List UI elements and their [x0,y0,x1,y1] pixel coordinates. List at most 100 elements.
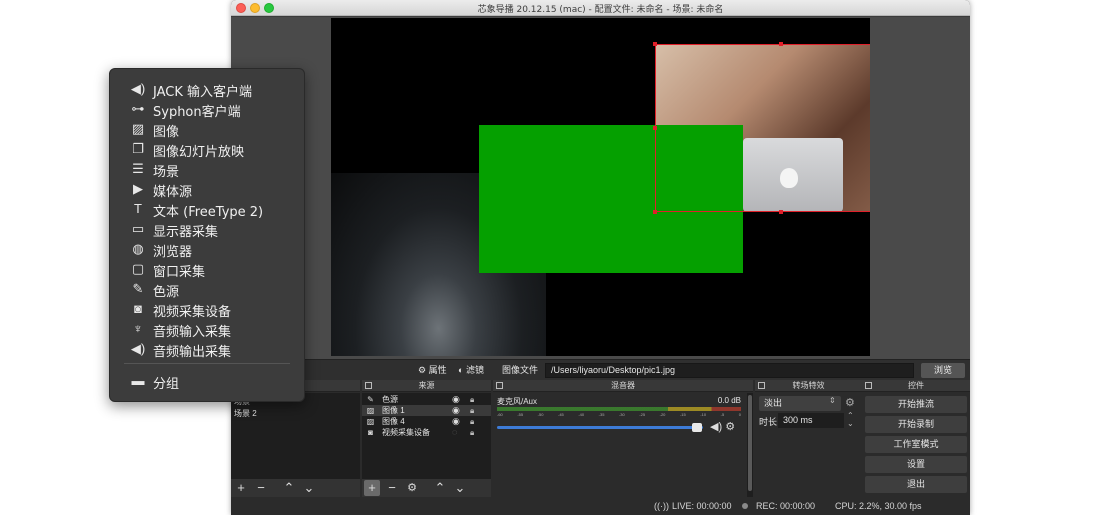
undock-icon[interactable] [865,382,872,389]
resize-handle[interactable] [779,42,783,46]
duration-field[interactable]: 300 ms [778,413,844,428]
visibility-eye-icon[interactable]: ◉ [452,394,460,405]
brush-icon: ✎ [367,395,374,404]
selection-box[interactable] [653,42,870,214]
preview-area [231,17,970,359]
resize-handle[interactable] [653,210,657,214]
image-icon: ▨ [131,121,145,136]
speaker-icon: ◀) [130,341,146,356]
gear-icon[interactable]: ⚙ [845,396,855,409]
source-row[interactable]: ✎ 色源 ◉ 🔒︎ [362,394,491,405]
source-row[interactable]: ▨ 图像 4 ◉ 🔒︎ [362,416,491,427]
menu-item[interactable]: ◍ 浏览器 [110,239,304,260]
docks: 场景 场景 场景 2 + − ⌃ ⌄ 来源 ✎ 色源 ◉ 🔒︎ [231,380,970,497]
volume-meter [497,407,741,411]
resize-handle[interactable] [653,42,657,46]
volume-slider[interactable] [497,426,703,429]
lock-icon[interactable]: 🔒︎ [470,394,474,405]
settings-button[interactable]: 设置 [865,456,967,473]
menu-item[interactable]: T 文本 (FreeType 2) [110,199,304,220]
duration-stepper[interactable]: ⌃ ⌄ [847,412,854,428]
menu-item[interactable]: ◀) 音频输出采集 [110,339,304,360]
menu-item-label: 音频输入采集 [153,325,232,340]
remove-source-button[interactable]: − [384,480,400,496]
camera-icon: ◙ [368,428,373,437]
speaker-icon[interactable]: ◀) [710,421,722,433]
visibility-eye-icon[interactable]: ◉ [452,416,460,427]
menu-item[interactable]: ◀) JACK 输入客户端 [110,79,304,100]
lock-icon[interactable]: 🔒︎ [470,427,474,438]
menu-item-label: 窗口采集 [153,265,206,280]
move-up-button[interactable]: ⌃ [432,480,448,496]
undock-icon[interactable] [365,382,372,389]
source-properties-gear-icon[interactable]: ⚙ [404,480,420,496]
lock-icon[interactable]: 🔒︎ [470,416,474,427]
studio-mode-button[interactable]: 工作室模式 [865,436,967,453]
source-row[interactable]: ◙ 视频采集设备 ◌ 🔒︎ [362,427,491,438]
meter-tick-label: -30 [618,412,625,417]
menu-item[interactable]: ⊶ Syphon客户端 [110,99,304,120]
hidden-eye-icon[interactable]: ◌ [452,427,457,438]
preview-canvas[interactable] [331,18,870,356]
meter-tick-label: -60 [497,412,503,417]
scrollbar-thumb[interactable] [748,395,752,491]
scene-item[interactable]: 场景 2 [234,408,257,419]
menu-item[interactable]: ☰ 场景 [110,159,304,180]
menu-item-label: 视频采集设备 [153,305,232,320]
lock-icon[interactable]: 🔒︎ [470,405,474,416]
play-icon: ▶ [133,181,143,196]
sources-header-label: 来源 [418,381,435,390]
start-recording-button[interactable]: 开始录制 [865,416,967,433]
undock-icon[interactable] [758,382,765,389]
exit-button[interactable]: 退出 [865,476,967,493]
sources-dock: 来源 ✎ 色源 ◉ 🔒︎ ▨ 图像 1 ◉ 🔒︎ ▨ 图像 4 ◉ 🔒︎ ◙ 视… [362,380,491,497]
filter-icon: ◐ [458,365,464,375]
image-icon: ▨ [366,417,375,426]
properties-label: 属性 [428,365,447,375]
properties-button[interactable]: ⚙ 属性 [418,363,447,378]
menu-item[interactable]: ▶ 媒体源 [110,179,304,200]
filters-button[interactable]: ◐ 滤镜 [458,363,484,378]
menu-item-label: 浏览器 [153,245,193,260]
menu-item-label: 图像 [153,125,180,140]
menu-item-group[interactable]: ▬ 分组 [110,371,304,392]
broadcast-icon: ((·)) [654,501,669,511]
mixer-scrollbar[interactable] [747,393,753,497]
source-name: 色源 [382,395,398,404]
source-row[interactable]: ▨ 图像 1 ◉ 🔒︎ [362,405,491,416]
meter-tick-label: 0 [738,412,741,417]
slideshow-icon: ❐ [132,141,144,156]
title-bar: 芯象导播 20.12.15 (mac) - 配置文件: 未命名 - 场景: 未命… [231,0,970,16]
menu-item[interactable]: ◙ 视频采集设备 [110,299,304,320]
remove-scene-button[interactable]: − [253,480,269,496]
menu-item[interactable]: ✎ 色源 [110,279,304,300]
menu-item[interactable]: ▭ 显示器采集 [110,219,304,240]
volume-slider-knob[interactable] [691,423,702,432]
menu-item[interactable]: ❐ 图像幻灯片放映 [110,139,304,160]
add-scene-button[interactable]: + [233,480,249,496]
meter-tick-label: -25 [639,412,646,417]
image-path-field[interactable]: /Users/liyaoru/Desktop/pic1.jpg [545,363,914,378]
resize-handle[interactable] [779,210,783,214]
menu-item[interactable]: ▢ 窗口采集 [110,259,304,280]
meter-tick-label: -15 [679,412,686,417]
move-down-button[interactable]: ⌄ [452,480,468,496]
visibility-eye-icon[interactable]: ◉ [452,405,460,416]
filters-label: 滤镜 [465,365,484,375]
move-down-button[interactable]: ⌄ [301,480,317,496]
add-source-button[interactable]: + [364,480,380,496]
mixer-db-value: 0.0 dB [717,396,741,405]
scenes-list: 场景 场景 2 [231,393,360,479]
browse-button[interactable]: 浏览 [921,363,965,378]
move-up-button[interactable]: ⌃ [281,480,297,496]
menu-item[interactable]: ▨ 图像 [110,119,304,140]
start-streaming-button[interactable]: 开始推流 [865,396,967,413]
undock-icon[interactable] [496,382,503,389]
resize-handle[interactable] [653,126,657,130]
menu-item-label: 媒体源 [153,185,193,200]
menu-item[interactable]: ♆ 音频输入采集 [110,319,304,340]
meter-tick-label: -35 [598,412,605,417]
gear-icon[interactable]: ⚙ [725,421,735,433]
status-bar: ((·)) LIVE: 00:00:00 REC: 00:00:00 CPU: … [231,497,970,515]
source-name: 图像 1 [382,406,405,415]
